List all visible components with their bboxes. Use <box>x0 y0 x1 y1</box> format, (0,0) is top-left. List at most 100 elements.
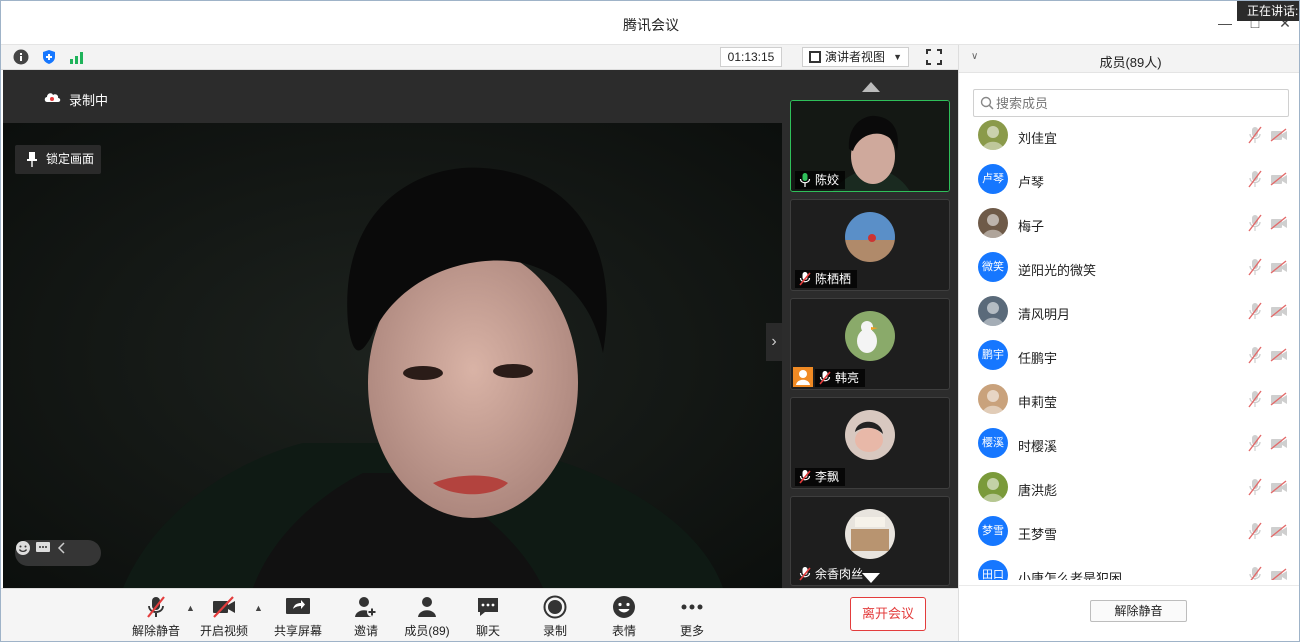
unmute-all-button[interactable]: 解除静音 <box>1090 600 1187 622</box>
member-row[interactable]: 唐洪彪 <box>959 472 1299 516</box>
emoji-icon[interactable] <box>15 540 31 556</box>
member-name: 小唐怎么老是犯困 <box>1018 571 1123 580</box>
members-label: 成员(89) <box>404 624 450 638</box>
member-search[interactable] <box>973 89 1289 117</box>
scroll-up-icon[interactable] <box>862 82 880 92</box>
participant-thumbnail[interactable]: 李飘 <box>790 397 950 489</box>
camera-off-icon[interactable] <box>1270 524 1288 538</box>
member-row[interactable]: 微笑 逆阳光的微笑 <box>959 252 1299 296</box>
layout-icon <box>809 51 821 63</box>
members-button[interactable]: 成员(89) <box>397 595 457 641</box>
pin-icon <box>27 152 37 167</box>
invite-button[interactable]: 邀请 <box>336 595 396 641</box>
mic-muted-icon[interactable] <box>1248 478 1262 496</box>
member-row[interactable]: 田口小唐怎么老是犯困 <box>959 560 1299 580</box>
participant-name: 韩亮 <box>835 371 860 385</box>
search-icon <box>980 96 994 110</box>
mic-muted-icon[interactable] <box>1248 214 1262 232</box>
avatar: 田口 <box>978 560 1008 580</box>
avatar <box>845 410 895 460</box>
camera-off-icon[interactable] <box>1270 216 1288 230</box>
search-input[interactable] <box>996 93 1276 113</box>
chat-button[interactable]: 聊天 <box>458 595 518 641</box>
record-icon <box>543 595 567 619</box>
avatar: 鹏宇 <box>978 340 1008 370</box>
camera-off-icon[interactable] <box>1270 480 1288 494</box>
avatar <box>845 212 895 262</box>
participant-thumbnail[interactable]: 陈姣 <box>790 100 950 192</box>
shield-icon[interactable] <box>41 49 57 65</box>
main-video[interactable]: 录制中 锁定画面 <box>3 70 782 588</box>
members-icon <box>418 597 436 617</box>
mic-muted-icon <box>799 272 811 286</box>
chat-bubble-icon[interactable] <box>35 540 51 556</box>
fullscreen-icon[interactable] <box>926 49 942 65</box>
member-row[interactable]: 申莉莹 <box>959 384 1299 428</box>
member-name: 逆阳光的微笑 <box>1018 263 1097 278</box>
view-mode-select[interactable]: 演讲者视图 ▼ <box>802 47 909 67</box>
thumbnail-label: 韩亮 <box>815 369 866 387</box>
add-user-icon <box>355 597 377 617</box>
mic-muted-icon[interactable] <box>1248 434 1262 452</box>
more-button[interactable]: 更多 <box>662 595 722 641</box>
member-row[interactable]: 梦雪 王梦雪 <box>959 516 1299 560</box>
camera-off-icon <box>213 596 235 618</box>
mic-muted-icon[interactable] <box>1248 346 1262 364</box>
camera-off-icon[interactable] <box>1270 348 1288 362</box>
avatar <box>978 384 1008 414</box>
avatar <box>978 296 1008 326</box>
unmute-button[interactable]: 解除静音 <box>126 595 186 641</box>
camera-off-icon[interactable] <box>1270 128 1288 142</box>
toggle-strip-button[interactable]: › <box>766 323 782 361</box>
mic-muted-icon[interactable] <box>1248 522 1262 540</box>
member-row[interactable]: 刘佳宜 <box>959 120 1299 164</box>
collapse-left-icon[interactable] <box>54 540 70 556</box>
camera-off-icon[interactable] <box>1270 436 1288 450</box>
mic-muted-icon[interactable] <box>1248 302 1262 320</box>
mic-muted-icon <box>799 567 811 581</box>
member-row[interactable]: 清风明月 <box>959 296 1299 340</box>
meeting-timer: 01:13:15 <box>720 47 782 67</box>
members-panel-title: 成员(89人) <box>1099 55 1162 70</box>
mic-muted-icon[interactable] <box>1248 390 1262 408</box>
video-options-caret-icon[interactable]: ▲ <box>254 603 263 613</box>
mic-muted-icon[interactable] <box>1248 566 1262 580</box>
camera-off-icon[interactable] <box>1270 172 1288 186</box>
mic-muted-icon[interactable] <box>1248 258 1262 276</box>
members-panel-footer: 解除静音 <box>959 585 1299 641</box>
member-name: 唐洪彪 <box>1018 483 1058 498</box>
scroll-down-icon[interactable] <box>862 573 880 583</box>
share-screen-button[interactable]: 共享屏幕 <box>268 595 328 641</box>
camera-off-icon[interactable] <box>1270 304 1288 318</box>
participant-thumbnail[interactable]: 韩亮 <box>790 298 950 390</box>
minimize-icon[interactable]: — <box>1217 15 1233 31</box>
avatar: 卢琴 <box>978 164 1008 194</box>
signal-icon[interactable] <box>69 49 85 65</box>
member-name: 任鹏宇 <box>1018 351 1058 366</box>
lock-view-button[interactable]: 锁定画面 <box>15 145 101 174</box>
member-name: 梅子 <box>1018 219 1045 234</box>
record-button[interactable]: 录制 <box>525 595 585 641</box>
avatar <box>845 311 895 361</box>
thumbnail-label: 陈姣 <box>795 171 846 189</box>
member-row[interactable]: 鹏宇 任鹏宇 <box>959 340 1299 384</box>
avatar <box>978 472 1008 502</box>
camera-off-icon[interactable] <box>1270 260 1288 274</box>
mic-muted-icon <box>819 371 831 385</box>
share-screen-icon <box>286 598 310 614</box>
emoji-button[interactable]: 表情 <box>594 595 654 641</box>
mic-muted-icon[interactable] <box>1248 170 1262 188</box>
members-panel-header: ∨ 成员(89人) <box>959 45 1299 73</box>
member-row[interactable]: 梅子 <box>959 208 1299 252</box>
camera-off-icon[interactable] <box>1270 568 1288 580</box>
record-label: 录制 <box>542 624 567 638</box>
mic-muted-icon[interactable] <box>1248 126 1262 144</box>
participant-thumbnail[interactable]: 陈栖栖 <box>790 199 950 291</box>
leave-meeting-button[interactable]: 离开会议 <box>850 597 926 631</box>
start-video-button[interactable]: 开启视频 <box>194 595 254 641</box>
thumbnail-label: 陈栖栖 <box>795 270 858 288</box>
member-row[interactable]: 卢琴 卢琴 <box>959 164 1299 208</box>
camera-off-icon[interactable] <box>1270 392 1288 406</box>
info-icon[interactable] <box>13 49 29 65</box>
member-row[interactable]: 樱溪 时樱溪 <box>959 428 1299 472</box>
